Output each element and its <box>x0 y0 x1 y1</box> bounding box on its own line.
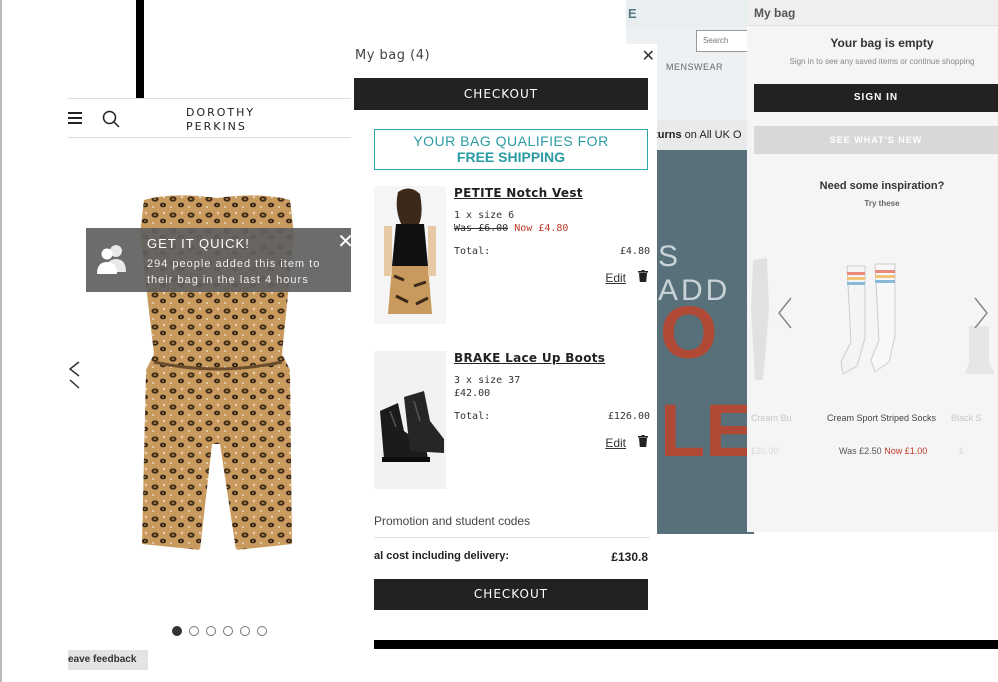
divider-left-edge <box>0 0 2 682</box>
empty-bag-subtext: Sign in to see any saved items or contin… <box>789 57 975 66</box>
toast-title: GET IT QUICK! <box>147 236 250 251</box>
edit-link[interactable]: Edit <box>605 271 626 285</box>
gallery-dot[interactable] <box>172 626 182 636</box>
inspiration-heading: Need some inspiration? <box>819 180 945 192</box>
leave-feedback-button[interactable]: eave feedback <box>68 650 148 670</box>
empty-bag-heading: Your bag is empty <box>830 36 934 50</box>
item-total-label: Total: <box>454 411 491 422</box>
store-logo: E <box>628 6 637 21</box>
promo-codes-link[interactable]: Promotion and student codes <box>374 514 530 528</box>
gallery-dot[interactable] <box>223 626 233 636</box>
gallery-dot[interactable] <box>206 626 216 636</box>
cart-title: My bag (4) <box>355 48 431 63</box>
vest-product-image[interactable] <box>374 186 446 324</box>
empty-bag-panel: My bag Your bag is empty Sign in to see … <box>747 0 998 532</box>
try-these-label: Try these <box>864 199 900 208</box>
product-page-panel: DOROTHY PERKINS GET IT QUICK! 294 people… <box>68 98 374 682</box>
cart-item: PETITE Notch Vest 1 x size 6 Was £6.00 N… <box>374 186 650 328</box>
item-size: 3 x size 37 <box>454 375 521 386</box>
total-cost: £130.8 <box>611 550 648 564</box>
item-price: Was £6.00 Now £4.80 <box>454 223 568 234</box>
gallery-dot[interactable] <box>189 626 199 636</box>
socks-product-image[interactable] <box>839 262 905 380</box>
logo-line-2: PERKINS <box>186 120 247 133</box>
banner-big-text: O <box>660 291 718 374</box>
chevron-left-icon[interactable] <box>777 296 793 330</box>
trash-icon[interactable] <box>638 270 648 282</box>
chevron-left-icon[interactable] <box>68 360 80 390</box>
search-icon[interactable] <box>102 110 120 128</box>
logo-line-1: DOROTHY <box>186 106 256 119</box>
toast-body: 294 people added this item to their bag … <box>147 258 321 286</box>
store-header: E <box>626 0 754 27</box>
divider <box>374 537 650 538</box>
product-price-left: £20.00 <box>751 446 779 456</box>
product-image-right[interactable] <box>959 322 998 378</box>
shipping-line-2: FREE SHIPPING <box>456 149 566 165</box>
was-price: Was £6.00 <box>454 223 509 234</box>
trash-icon[interactable] <box>638 435 648 447</box>
gallery-dot[interactable] <box>240 626 250 636</box>
checkout-button-bottom[interactable]: CHECKOUT <box>374 579 648 610</box>
nav-item-menswear[interactable]: MENSWEAR <box>666 62 723 72</box>
edit-link[interactable]: Edit <box>605 436 626 450</box>
product-name-left[interactable]: Cream Bu <box>751 413 792 423</box>
item-name[interactable]: BRAKE Lace Up Boots <box>454 351 605 365</box>
product-name-right[interactable]: Black S <box>951 413 982 423</box>
cart-panel: My bag (4) ✕ CHECKOUT YOUR BAG QUALIFIES… <box>351 44 657 618</box>
cart-header: My bag (4) ✕ <box>351 44 657 70</box>
product-price: Was £2.50 Now £1.00 <box>839 446 927 456</box>
banner-big-text-2: LE <box>660 389 754 472</box>
brand-logo[interactable]: DOROTHY PERKINS <box>186 106 255 134</box>
item-total-label: Total: <box>454 246 491 257</box>
item-size: 1 x size 6 <box>454 210 515 221</box>
was-price: Was £2.50 <box>839 446 882 456</box>
divider-horizontal <box>374 640 998 649</box>
hamburger-menu-icon[interactable] <box>68 112 82 124</box>
checkout-button-top[interactable]: CHECKOUT <box>354 78 648 110</box>
returns-rest: on All UK O <box>681 129 742 141</box>
product-image-left[interactable] <box>747 250 773 390</box>
people-icon <box>97 245 126 274</box>
item-total: £126.00 <box>607 411 650 422</box>
item-total: £4.80 <box>619 246 650 257</box>
store-search-input[interactable]: Search <box>696 30 754 52</box>
boots-product-image[interactable] <box>374 351 446 489</box>
cart-item: BRAKE Lace Up Boots 3 x size 37 £42.00 T… <box>374 351 650 493</box>
item-price: £42.00 <box>454 388 491 399</box>
close-icon[interactable]: ✕ <box>642 46 655 66</box>
chevron-right-icon[interactable] <box>973 296 989 330</box>
now-price: Now £1.00 <box>884 446 928 456</box>
shipping-line-1: YOUR BAG QUALIFIES FOR <box>413 133 609 149</box>
sign-in-button[interactable]: SIGN IN <box>754 84 998 112</box>
get-it-quick-notification: GET IT QUICK! 294 people added this item… <box>86 228 360 292</box>
free-shipping-banner: YOUR BAG QUALIFIES FOR FREE SHIPPING <box>374 129 648 170</box>
site-header: DOROTHY PERKINS <box>68 98 374 138</box>
see-whats-new-button[interactable]: SEE WHAT'S NEW <box>754 126 998 154</box>
gallery-dot[interactable] <box>257 626 267 636</box>
divider-vertical <box>136 0 144 98</box>
gallery-dots <box>172 626 267 636</box>
product-price-right: £ <box>959 446 965 456</box>
now-price: Now £4.80 <box>514 223 569 234</box>
product-name[interactable]: Cream Sport Striped Socks <box>827 413 936 423</box>
item-name[interactable]: PETITE Notch Vest <box>454 186 583 200</box>
empty-bag-title: My bag <box>754 6 796 20</box>
total-cost-label: al cost including delivery: <box>374 550 510 562</box>
